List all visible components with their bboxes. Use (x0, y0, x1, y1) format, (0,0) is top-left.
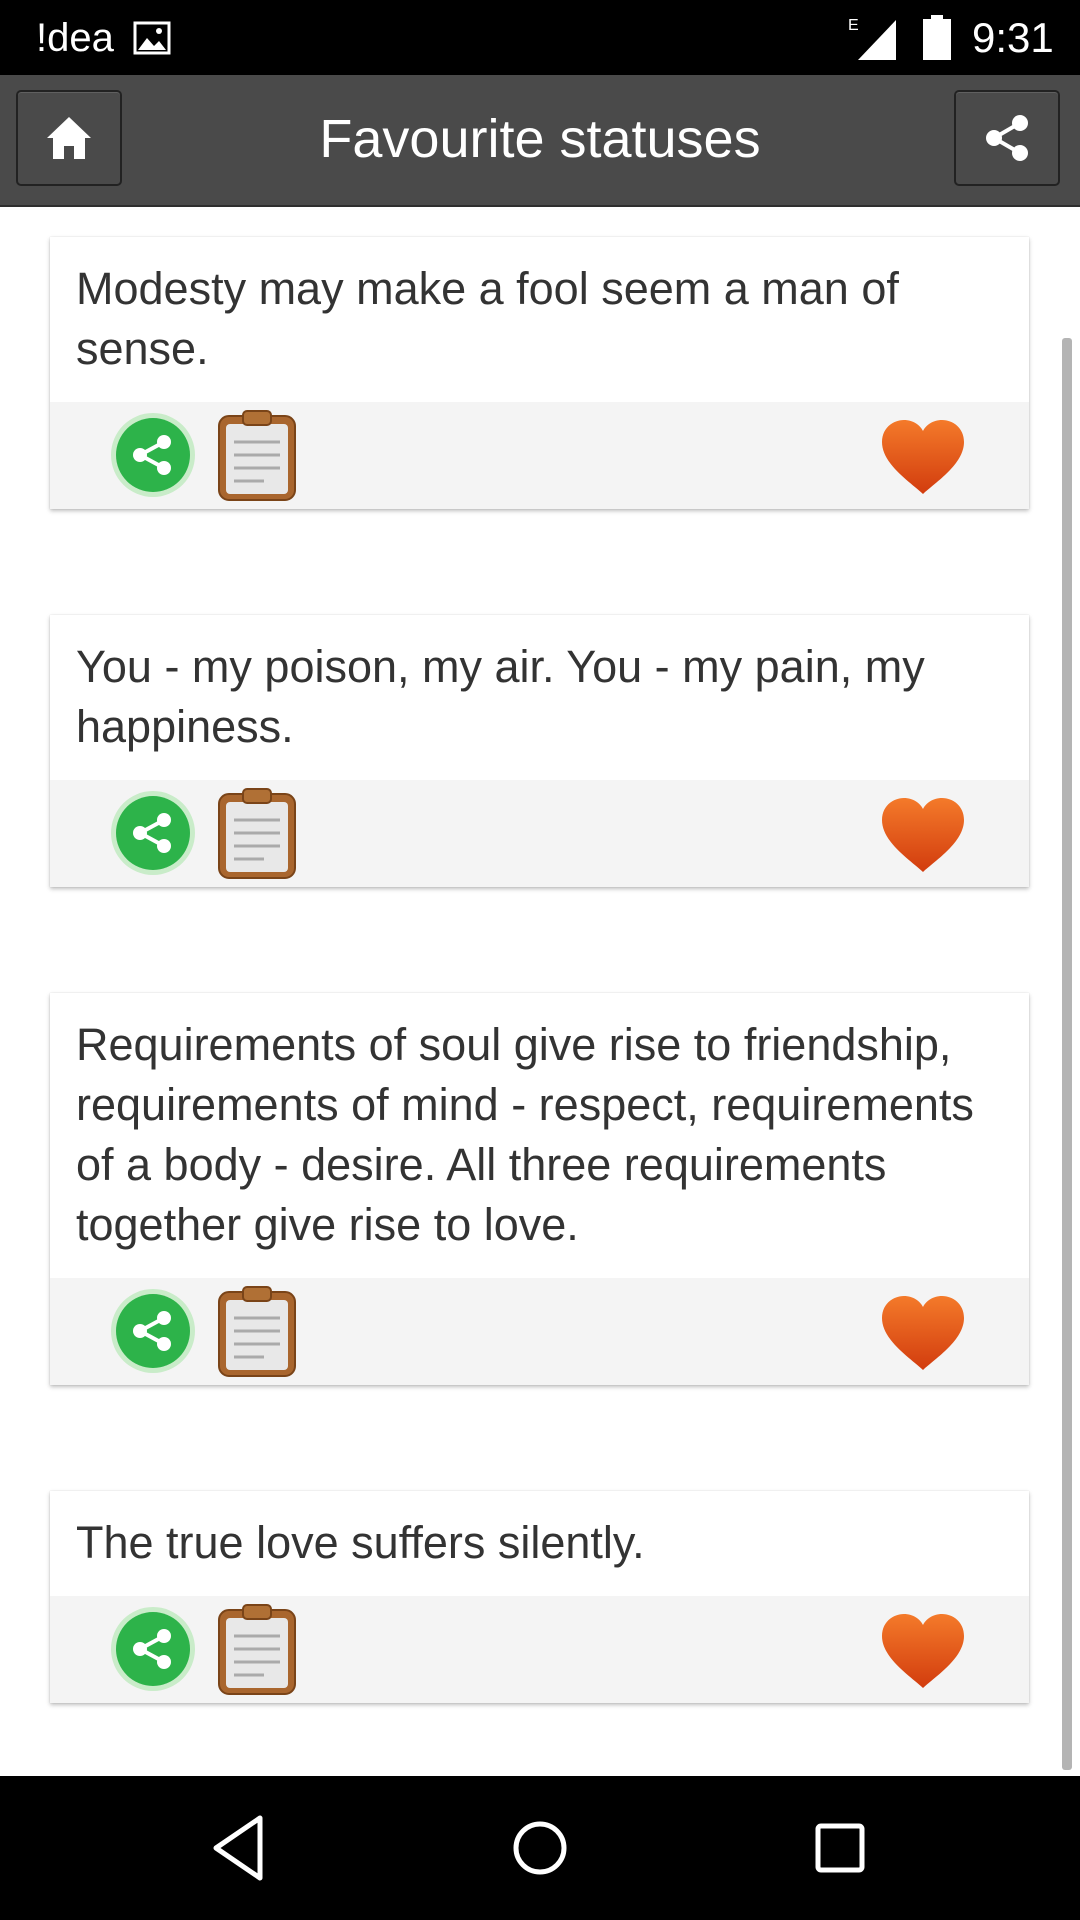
status-text: Modesty may make a fool seem a man of se… (76, 263, 899, 374)
recents-icon (815, 1823, 865, 1873)
share-status-button[interactable] (110, 1606, 196, 1692)
home-circle-icon (513, 1821, 567, 1875)
app-header: Favourite statuses (0, 75, 1080, 207)
network-type: E (848, 17, 859, 34)
clipboard-icon (218, 410, 296, 501)
share-icon (111, 1607, 195, 1691)
share-status-button[interactable] (110, 790, 196, 876)
back-button[interactable] (196, 1802, 288, 1894)
card-actions (50, 402, 1029, 509)
share-status-button[interactable] (110, 412, 196, 498)
clipboard-icon (218, 1604, 296, 1695)
card-actions (50, 1596, 1029, 1703)
share-icon (111, 1289, 195, 1373)
heart-icon (882, 420, 964, 494)
carrier-name: !dea (36, 16, 114, 60)
share-status-button[interactable] (110, 1288, 196, 1374)
status-text: The true love suffers silently. (76, 1517, 645, 1568)
heart-icon (882, 798, 964, 872)
favourite-button[interactable] (880, 418, 966, 496)
page-title: Favourite statuses (319, 109, 761, 169)
clipboard-icon (218, 1286, 296, 1377)
recents-button[interactable] (794, 1802, 886, 1894)
clipboard-icon (218, 788, 296, 879)
copy-status-button[interactable] (216, 1286, 298, 1378)
navigation-bar (0, 1776, 1080, 1920)
card-actions (50, 1278, 1029, 1385)
clock: 9:31 (972, 14, 1054, 61)
status-card: The true love suffers silently. (50, 1491, 1029, 1703)
heart-icon (882, 1614, 964, 1688)
copy-status-button[interactable] (216, 1604, 298, 1696)
copy-status-button[interactable] (216, 410, 298, 502)
scrollbar[interactable] (1062, 338, 1072, 1770)
share-icon (111, 791, 195, 875)
back-icon (213, 1815, 263, 1881)
favourite-button[interactable] (880, 1294, 966, 1372)
status-card: Requirements of soul give rise to friend… (50, 993, 1029, 1385)
favourite-button[interactable] (880, 1612, 966, 1690)
battery-icon (922, 13, 952, 61)
status-text: You - my poison, my air. You - my pain, … (76, 641, 925, 752)
status-bar: !dea E 9:31 (0, 0, 1080, 75)
share-app-button[interactable] (954, 90, 1060, 186)
share-icon (986, 115, 1028, 161)
card-actions (50, 780, 1029, 887)
signal-icon: E (848, 14, 898, 62)
copy-status-button[interactable] (216, 788, 298, 880)
home-icon (47, 117, 91, 159)
share-icon (111, 413, 195, 497)
favourite-button[interactable] (880, 796, 966, 874)
status-list[interactable]: Modesty may make a fool seem a man of se… (0, 207, 1080, 1775)
image-notification-icon (132, 18, 172, 58)
home-nav-button[interactable] (494, 1802, 586, 1894)
heart-icon (882, 1296, 964, 1370)
status-card: Modesty may make a fool seem a man of se… (50, 237, 1029, 509)
status-text: Requirements of soul give rise to friend… (76, 1019, 974, 1250)
home-button[interactable] (16, 90, 122, 186)
status-card: You - my poison, my air. You - my pain, … (50, 615, 1029, 887)
